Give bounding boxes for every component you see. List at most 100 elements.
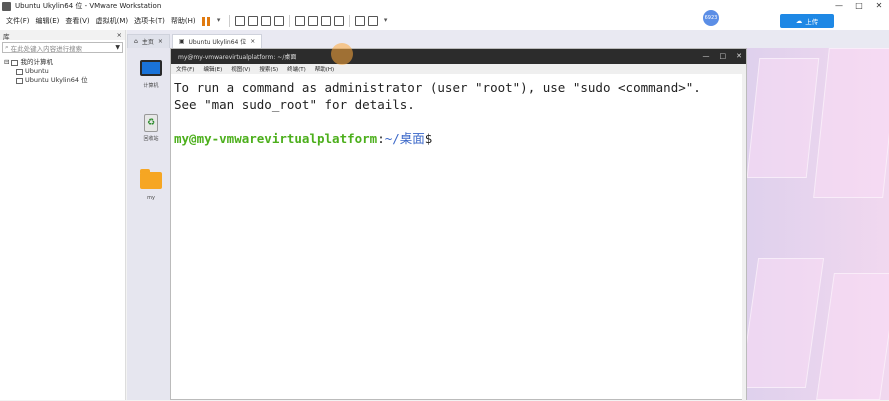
- desktop-icon-label: 计算机: [143, 83, 159, 89]
- minimize-button[interactable]: —: [829, 0, 849, 12]
- unity-icon[interactable]: [333, 16, 344, 26]
- show-library-icon[interactable]: [294, 16, 305, 26]
- terminal-line: To run a command as administrator (user …: [174, 80, 701, 95]
- wallpaper-shape: [746, 58, 820, 178]
- stretch-guest-icon[interactable]: [367, 16, 378, 26]
- library-panel: 库 × ⌕ 在此处键入内容进行搜索 ▼ ⊟ 我的计算机 Ubuntu Ubunt…: [0, 30, 126, 400]
- close-icon[interactable]: ×: [250, 38, 255, 45]
- toolbar: ▾ ▾: [201, 15, 391, 27]
- vm-icon: ▣: [178, 38, 185, 45]
- terminal-menu-file[interactable]: 文件(F): [176, 65, 194, 73]
- tab-label: Ubuntu Ukylin64 位: [188, 39, 247, 46]
- terminal-menu-search[interactable]: 搜索(S): [259, 65, 278, 73]
- menu-vm[interactable]: 虚拟机(M): [96, 16, 129, 26]
- dropdown-icon[interactable]: ▾: [214, 16, 224, 26]
- menu-file[interactable]: 文件(F): [6, 16, 30, 26]
- desktop-folder-my[interactable]: my: [139, 169, 163, 201]
- vm-icon: [16, 68, 23, 75]
- computer-icon: [140, 60, 162, 76]
- desktop-trash[interactable]: ♻ 回收站: [139, 114, 163, 142]
- menu-edit[interactable]: 编辑(E): [36, 16, 60, 26]
- account-avatar[interactable]: 6923: [703, 10, 719, 26]
- terminal-prompt: my@my-vmwarevirtualplatform:~/桌面$: [174, 130, 743, 147]
- mouse-cursor-highlight: [331, 43, 353, 65]
- terminal-title: my@my-vmwarevirtualplatform: ~/桌面: [178, 54, 297, 61]
- window-controls: — □ ✕: [829, 0, 889, 12]
- snapshot-icon[interactable]: [247, 16, 258, 26]
- terminal-window[interactable]: my@my-vmwarevirtualplatform: ~/桌面 — □ ✕ …: [170, 43, 747, 401]
- tree-root-label: 我的计算机: [20, 58, 53, 66]
- terminal-menu-help[interactable]: 帮助(H): [315, 65, 334, 73]
- toolbar-separator: [288, 15, 290, 27]
- tree-item-ubuntu[interactable]: Ubuntu: [4, 67, 121, 76]
- computer-icon: [11, 59, 19, 66]
- library-header: 库 ×: [0, 30, 125, 41]
- desktop-icons-column: 计算机 ♻ 回收站 my: [127, 48, 171, 400]
- dropdown-icon[interactable]: ▾: [381, 16, 391, 26]
- prompt-path: ~/桌面: [384, 131, 425, 146]
- send-ctrl-alt-del-icon[interactable]: [234, 16, 245, 26]
- upload-button[interactable]: ☁ 上传: [780, 14, 834, 28]
- terminal-menu-view[interactable]: 视图(V): [231, 65, 250, 73]
- window-title: Ubuntu Ukylin64 位 - VMware Workstation: [15, 2, 162, 10]
- close-icon[interactable]: ×: [158, 38, 163, 45]
- home-icon: ⌂: [134, 38, 138, 45]
- terminal-menu-edit[interactable]: 编辑(E): [203, 65, 222, 73]
- desktop-icon-label: 回收站: [143, 136, 159, 142]
- tab-home[interactable]: ⌂ 主页 ×: [127, 34, 170, 48]
- close-button[interactable]: ✕: [869, 0, 889, 12]
- tree-item-ukylin[interactable]: Ubuntu Ukylin64 位: [4, 76, 121, 85]
- prompt-user: my@my-vmwarevirtualplatform: [174, 131, 378, 146]
- menu-bar: 文件(F) 编辑(E) 查看(V) 虚拟机(M) 选项卡(T) 帮助(H) ▾ …: [0, 12, 889, 30]
- fullscreen-icon[interactable]: [320, 16, 331, 26]
- toolbar-separator: [348, 15, 350, 27]
- menu-help[interactable]: 帮助(H): [171, 16, 196, 26]
- prompt-separator: :: [377, 131, 385, 146]
- terminal-minimize-button[interactable]: —: [703, 49, 710, 64]
- toolbar-separator: [228, 15, 230, 27]
- library-close-button[interactable]: ×: [117, 31, 122, 39]
- chevron-down-icon[interactable]: ▼: [115, 44, 120, 51]
- search-icon: ⌕: [5, 43, 9, 51]
- menu-tabs[interactable]: 选项卡(T): [134, 16, 165, 26]
- wallpaper-shape: [816, 273, 889, 400]
- terminal-menu: 文件(F) 编辑(E) 视图(V) 搜索(S) 终端(T) 帮助(H): [171, 64, 746, 74]
- terminal-close-button[interactable]: ✕: [736, 49, 742, 64]
- cloud-upload-icon: ☁: [795, 17, 803, 25]
- maximize-button[interactable]: □: [849, 0, 869, 12]
- revert-snapshot-icon[interactable]: [260, 16, 271, 26]
- tree-item-label: Ubuntu: [25, 67, 49, 75]
- upload-label: 上传: [805, 18, 819, 26]
- collapse-icon[interactable]: ⊟: [4, 58, 9, 67]
- thumbnail-bar-icon[interactable]: [307, 16, 318, 26]
- tree-item-label: Ubuntu Ukylin64 位: [25, 76, 88, 84]
- folder-icon: [140, 169, 162, 189]
- terminal-scrollbar[interactable]: [742, 74, 746, 401]
- tab-ukylin[interactable]: ▣ Ubuntu Ukylin64 位 ×: [171, 34, 263, 48]
- window-titlebar: Ubuntu Ukylin64 位 - VMware Workstation —…: [0, 0, 889, 12]
- tab-bar: ⌂ 主页 × ▣ Ubuntu Ukylin64 位 ×: [127, 34, 263, 48]
- search-placeholder: 在此处键入内容进行搜索: [10, 44, 83, 53]
- desktop-icon-label: my: [147, 195, 155, 201]
- terminal-line: See "man sudo_root" for details.: [174, 97, 415, 112]
- prompt-symbol: $: [424, 131, 433, 146]
- terminal-controls: — □ ✕: [703, 49, 743, 64]
- library-title: 库: [3, 33, 10, 41]
- vmware-logo-icon: [2, 1, 11, 11]
- tree-root[interactable]: ⊟ 我的计算机: [4, 58, 121, 67]
- pause-icon[interactable]: [201, 16, 211, 26]
- trash-icon: ♻: [144, 114, 158, 132]
- menu-view[interactable]: 查看(V): [65, 16, 89, 26]
- tab-label: 主页: [141, 39, 154, 46]
- wallpaper-shape: [813, 48, 889, 198]
- snapshot-manager-icon[interactable]: [273, 16, 284, 26]
- console-view-icon[interactable]: [354, 16, 365, 26]
- desktop-computer[interactable]: 计算机: [139, 60, 163, 89]
- vm-tree: ⊟ 我的计算机 Ubuntu Ubuntu Ukylin64 位: [0, 55, 125, 88]
- terminal-menu-terminal[interactable]: 终端(T): [287, 65, 306, 73]
- terminal-maximize-button[interactable]: □: [720, 49, 727, 64]
- terminal-titlebar[interactable]: my@my-vmwarevirtualplatform: ~/桌面 — □ ✕: [171, 43, 746, 65]
- terminal-output[interactable]: To run a command as administrator (user …: [171, 74, 746, 152]
- library-search-input[interactable]: ⌕ 在此处键入内容进行搜索 ▼: [2, 42, 123, 53]
